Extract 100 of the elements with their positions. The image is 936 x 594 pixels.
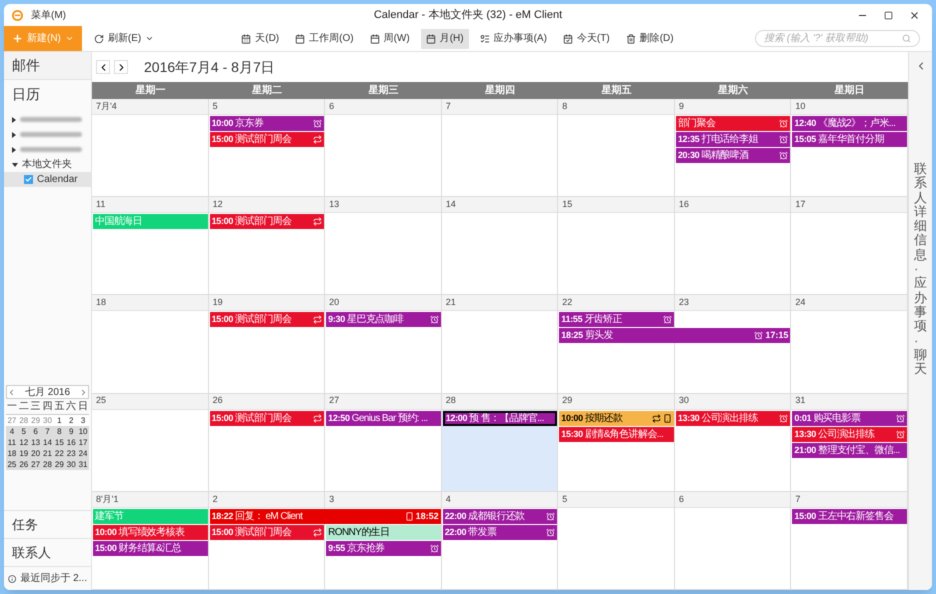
- mini-calendar-day[interactable]: 14: [42, 437, 54, 448]
- mini-calendar-day[interactable]: 23: [65, 448, 78, 459]
- event-bar[interactable]: 12:40 《魔战2》；卢米...: [792, 116, 907, 131]
- mini-calendar-day[interactable]: 4: [6, 426, 18, 437]
- mini-calendar-day[interactable]: 12: [18, 437, 30, 448]
- collapsed-arrow-icon[interactable]: [12, 132, 16, 138]
- day-cell[interactable]: 16: [674, 197, 792, 296]
- day-cell[interactable]: 25: [92, 394, 209, 492]
- event-bar[interactable]: 13:30 公司演出排练: [792, 426, 907, 442]
- previous-button[interactable]: [96, 60, 110, 74]
- mini-calendar-day[interactable]: 28: [18, 415, 30, 426]
- event-bar[interactable]: 0:01 购买电影票: [792, 410, 907, 426]
- event-bar[interactable]: 15:00 测试部门周会: [210, 410, 324, 426]
- mini-calendar-day[interactable]: 26: [18, 459, 30, 470]
- mini-calendar-day[interactable]: 18: [6, 448, 18, 459]
- event-bar[interactable]: 22:00 带发票: [442, 524, 558, 540]
- event-bar[interactable]: 15:00 测试部门周会: [210, 214, 324, 230]
- event-bar[interactable]: 10:00 京东券: [210, 116, 324, 131]
- day-cell[interactable]: 21: [442, 295, 558, 394]
- event-bar[interactable]: 15:00 测试部门周会: [210, 312, 324, 328]
- event-bar[interactable]: 15:05 嘉年华首付分期: [792, 132, 907, 147]
- event-bar[interactable]: 15:00 王左中右新签售会: [792, 508, 907, 524]
- day-cell[interactable]: 8: [558, 99, 675, 198]
- search-field[interactable]: 搜索 (输入 '?' 获取帮助): [755, 30, 920, 47]
- mini-calendar-day[interactable]: 2: [65, 415, 78, 426]
- day-cell[interactable]: 5: [558, 492, 675, 590]
- next-button[interactable]: [114, 60, 128, 74]
- sidebar-section[interactable]: 邮件: [4, 52, 91, 80]
- event-bar[interactable]: 20:30 喝精酿啤酒: [676, 148, 790, 163]
- mini-calendar-day[interactable]: 25: [6, 459, 18, 470]
- toolbar-button[interactable]: 天(D): [236, 28, 284, 48]
- toolbar-button[interactable]: 周(W): [364, 28, 415, 48]
- mini-calendar-day[interactable]: 21: [42, 448, 54, 459]
- event-bar[interactable]: 15:00 财务结算&汇总: [93, 540, 208, 556]
- mini-calendar-day[interactable]: 5: [18, 426, 30, 437]
- previous-month-icon[interactable]: [7, 388, 16, 396]
- toolbar-button[interactable]: 今天(T): [558, 28, 615, 48]
- toolbar-button[interactable]: 工作周(O): [290, 28, 359, 48]
- mini-calendar-day[interactable]: 20: [30, 448, 42, 459]
- event-bar[interactable]: 12:00 预 售：【品牌官...: [442, 410, 558, 426]
- checkbox[interactable]: [24, 175, 33, 184]
- sidebar-section[interactable]: 任务: [4, 510, 91, 538]
- event-bar[interactable]: 15:00 测试部门周会: [210, 524, 324, 540]
- mini-calendar-day[interactable]: 9: [65, 426, 78, 437]
- day-cell[interactable]: 24: [791, 295, 908, 394]
- mini-calendar-day[interactable]: 31: [77, 459, 89, 470]
- day-cell[interactable]: 6: [325, 99, 442, 198]
- day-cell[interactable]: 18: [92, 295, 209, 394]
- day-cell[interactable]: 17: [791, 197, 908, 296]
- event-bar[interactable]: 部门聚会: [676, 116, 790, 131]
- toolbar-button[interactable]: 应办事项(A): [474, 28, 552, 48]
- menu-button[interactable]: 菜单(M): [31, 8, 66, 22]
- day-cell[interactable]: 14: [442, 197, 558, 296]
- mini-calendar-day[interactable]: 29: [53, 459, 66, 470]
- event-bar[interactable]: 9:55 京东抢券: [326, 540, 441, 556]
- mini-calendar-day[interactable]: 3: [77, 415, 89, 426]
- mini-calendar-day[interactable]: 27: [6, 415, 18, 426]
- mini-calendar-day[interactable]: 17: [77, 437, 89, 448]
- event-bar[interactable]: 13:30 公司演出排练: [676, 410, 790, 426]
- collapsed-arrow-icon[interactable]: [12, 116, 16, 122]
- mini-calendar-day[interactable]: 28: [42, 459, 54, 470]
- event-bar[interactable]: 11:55 牙齿矫正: [559, 312, 674, 328]
- toolbar-button[interactable]: 删除(D): [620, 28, 679, 48]
- day-cell[interactable]: 13: [325, 197, 442, 296]
- mini-calendar-day[interactable]: 7: [42, 426, 54, 437]
- event-bar[interactable]: 15:30 剧情&角色讲解会...: [559, 426, 674, 442]
- mini-calendar-day[interactable]: 8: [53, 426, 66, 437]
- mini-calendar-day[interactable]: 29: [30, 415, 42, 426]
- day-cell[interactable]: 7月'4: [92, 99, 209, 198]
- mini-calendar-day[interactable]: 22: [53, 448, 66, 459]
- event-bar[interactable]: 10:00 按期还款: [559, 410, 674, 426]
- event-bar[interactable]: 12:50 Genius Bar 预约: ...: [326, 410, 441, 426]
- maximize-icon[interactable]: [884, 10, 893, 20]
- event-bar[interactable]: 18:25 剪头发 17:15: [559, 328, 790, 344]
- day-cell[interactable]: 6: [674, 492, 792, 590]
- calendar-list-item[interactable]: Calendar: [4, 172, 91, 187]
- mini-calendar-day[interactable]: 11: [6, 437, 18, 448]
- event-bar[interactable]: 9:30 星巴克点咖啡: [326, 312, 441, 328]
- toolbar-button[interactable]: 月(H): [420, 28, 469, 48]
- close-icon[interactable]: [909, 10, 920, 20]
- mini-calendar-day[interactable]: 19: [18, 448, 30, 459]
- event-bar[interactable]: 21:00 整理支付宝、微信...: [792, 442, 907, 458]
- event-bar[interactable]: 15:00 测试部门周会: [210, 132, 324, 147]
- mini-calendar-day[interactable]: 13: [30, 437, 42, 448]
- mini-calendar-day[interactable]: 10: [77, 426, 89, 437]
- event-bar[interactable]: 12:35 打电话给李姐: [676, 132, 790, 147]
- mini-calendar-day[interactable]: 15: [53, 437, 66, 448]
- expanded-arrow-icon[interactable]: [12, 162, 18, 166]
- mini-calendar-day[interactable]: 30: [42, 415, 54, 426]
- folder-label[interactable]: 本地文件夹: [22, 157, 72, 172]
- mini-calendar-day[interactable]: 6: [30, 426, 42, 437]
- mini-calendar-day[interactable]: 24: [77, 448, 89, 459]
- event-bar[interactable]: 10:00 填写绩效考核表: [93, 524, 208, 540]
- mini-calendar-day[interactable]: 1: [53, 415, 66, 426]
- event-bar[interactable]: 22:00 成都银行还款: [442, 508, 558, 524]
- refresh-button[interactable]: 刷新(E): [82, 31, 166, 46]
- collapsed-arrow-icon[interactable]: [12, 146, 16, 152]
- event-bar[interactable]: RONNY的生日: [326, 524, 441, 540]
- sidebar-section[interactable]: 日历: [4, 80, 91, 108]
- day-cell[interactable]: 15: [558, 197, 675, 296]
